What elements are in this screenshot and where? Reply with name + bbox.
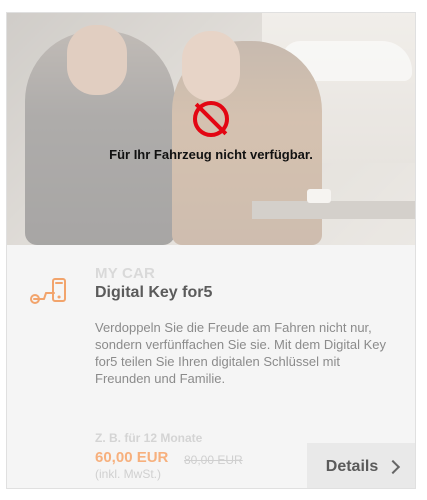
details-button[interactable]: Details: [307, 443, 415, 488]
price-note: (inkl. MwSt.): [95, 467, 161, 481]
forbidden-icon: [193, 101, 229, 137]
details-label: Details: [325, 457, 379, 475]
current-price: 60,00 EUR: [95, 449, 169, 466]
product-card: Für Ihr Fahrzeug nicht verfügbar. MY CAR…: [6, 12, 416, 489]
product-category: MY CAR: [95, 265, 156, 282]
hero-image: Für Ihr Fahrzeug nicht verfügbar.: [7, 13, 415, 245]
old-price: 80,00 EUR: [184, 453, 243, 467]
unavailable-text: Für Ihr Fahrzeug nicht verfügbar.: [109, 147, 313, 162]
car-key-phone-icon: [30, 278, 66, 304]
product-description: Verdoppeln Sie die Freude am Fahren nich…: [95, 320, 386, 386]
unavailable-notice: Für Ihr Fahrzeug nicht verfügbar.: [7, 101, 415, 162]
chevron-right-icon: [386, 459, 401, 475]
price-label: Z. B. für 12 Monate: [95, 431, 203, 445]
product-title: Digital Key for5: [95, 284, 213, 301]
product-info: MY CAR Digital Key for5 Verdoppeln Sie d…: [7, 245, 415, 488]
